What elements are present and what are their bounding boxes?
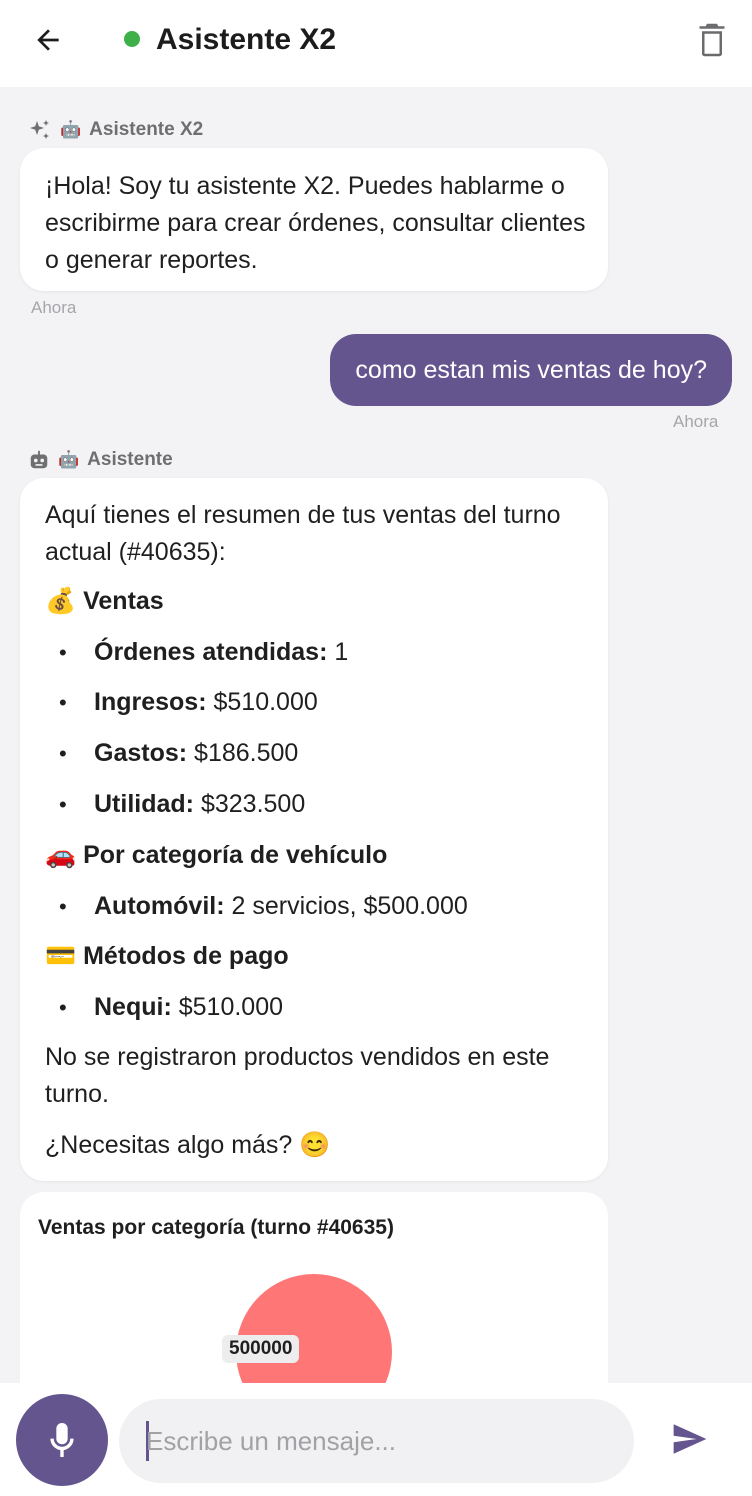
robot-icon bbox=[30, 450, 48, 469]
sender-name: Asistente bbox=[87, 449, 173, 470]
summary-closing: No se registraron productos vendidos en … bbox=[45, 1043, 550, 1108]
robot-emoji-icon: 🤖 bbox=[60, 120, 82, 139]
online-status-dot bbox=[124, 31, 140, 47]
message-text: como estan mis ventas de hoy? bbox=[355, 355, 707, 384]
money-bag-emoji-icon: 💰 bbox=[45, 587, 77, 615]
summary-question: ¿Necesitas algo más? 😊 bbox=[45, 1131, 331, 1159]
send-button[interactable] bbox=[664, 1411, 716, 1467]
categoria-heading: 🚗 Por categoría de vehículo bbox=[45, 841, 388, 869]
list-item: Ingresos: $510.000 bbox=[94, 688, 318, 716]
pie-slice-label: 500000 bbox=[222, 1335, 300, 1363]
bullet-icon: • bbox=[59, 741, 67, 766]
bullet-icon: • bbox=[59, 640, 67, 665]
app-bar: Asistente X2 bbox=[0, 0, 752, 87]
bullet-icon: • bbox=[59, 792, 67, 817]
pie-slice bbox=[236, 1274, 392, 1383]
message-text: ¡Hola! Soy tu asistente X2. Puedes habla… bbox=[45, 172, 586, 274]
list-item: Utilidad: $323.500 bbox=[94, 790, 306, 818]
bullet-icon: • bbox=[59, 690, 67, 715]
bot-message-bubble: ¡Hola! Soy tu asistente X2. Puedes habla… bbox=[20, 148, 608, 291]
chat-messages-area[interactable]: 🤖 Asistente X2 ¡Hola! Soy tu asistente X… bbox=[0, 87, 752, 1383]
send-icon bbox=[673, 1424, 707, 1454]
credit-card-emoji-icon: 💳 bbox=[45, 942, 77, 970]
arrow-left-icon bbox=[37, 29, 59, 51]
pie-chart bbox=[236, 1274, 392, 1383]
sender-name: Asistente X2 bbox=[89, 119, 204, 140]
car-emoji-icon: 🚗 bbox=[45, 841, 77, 869]
list-item: Nequi: $510.000 bbox=[94, 993, 284, 1021]
page-title: Asistente X2 bbox=[156, 23, 337, 56]
message-timestamp: Ahora bbox=[31, 298, 77, 317]
pago-heading: 💳 Métodos de pago bbox=[45, 942, 289, 970]
message-input[interactable] bbox=[146, 1417, 606, 1465]
summary-intro: Aquí tienes el resumen de tus ventas del… bbox=[45, 501, 561, 566]
chart-card: Ventas por categoría (turno #40635) 5000… bbox=[20, 1192, 608, 1383]
microphone-icon bbox=[50, 1423, 74, 1457]
microphone-button[interactable] bbox=[16, 1394, 108, 1486]
bullet-icon: • bbox=[59, 995, 67, 1020]
list-item: Automóvil: 2 servicios, $500.000 bbox=[94, 892, 468, 920]
message-timestamp: Ahora bbox=[673, 412, 719, 431]
list-item: Gastos: $186.500 bbox=[94, 739, 299, 767]
robot-emoji-icon: 🤖 bbox=[58, 450, 80, 469]
bot-message-bubble: Aquí tienes el resumen de tus ventas del… bbox=[20, 478, 608, 1181]
input-bar bbox=[0, 1383, 752, 1496]
bot-sender-label: 🤖 Asistente bbox=[28, 449, 173, 471]
list-item: Órdenes atendidas: 1 bbox=[94, 638, 349, 666]
trash-icon bbox=[699, 23, 725, 57]
bullet-icon: • bbox=[59, 894, 67, 919]
message-input-container[interactable] bbox=[119, 1399, 634, 1483]
user-message-bubble: como estan mis ventas de hoy? bbox=[330, 334, 732, 406]
delete-chat-button[interactable] bbox=[690, 16, 734, 64]
ventas-heading: 💰 Ventas bbox=[45, 587, 164, 615]
smiling-face-emoji-icon: 😊 bbox=[299, 1131, 331, 1159]
sparkles-icon bbox=[30, 120, 49, 139]
bot-sender-label: 🤖 Asistente X2 bbox=[28, 118, 203, 142]
back-button[interactable] bbox=[26, 18, 70, 62]
